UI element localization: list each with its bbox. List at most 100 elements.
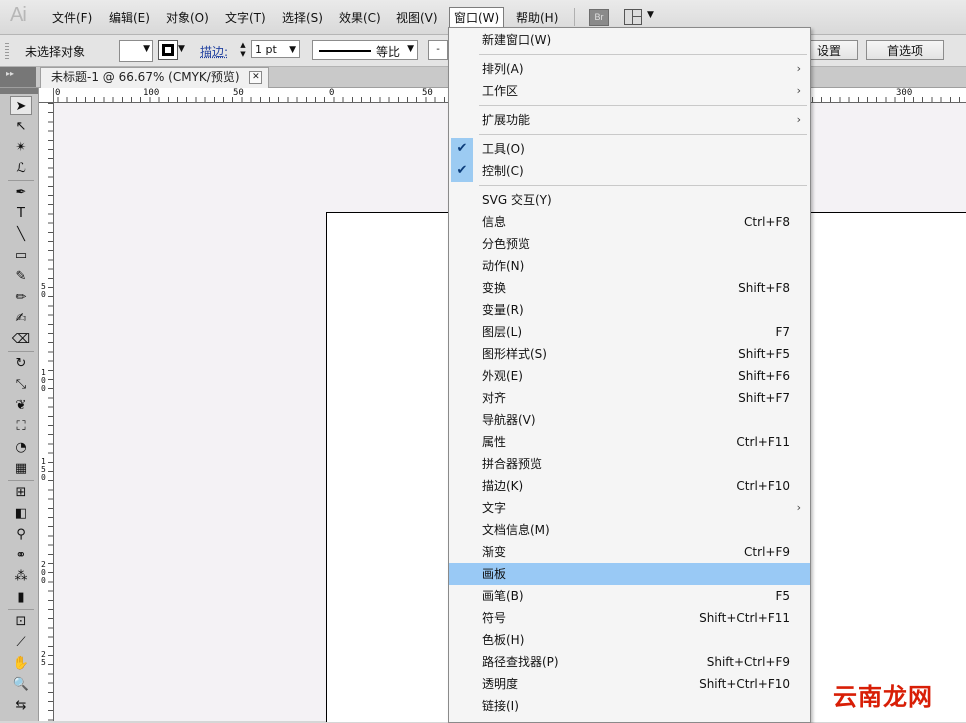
menu-4[interactable]: 文字(T) [223,9,268,27]
menu-item[interactable]: 色板(H) [449,629,810,651]
menu-item[interactable]: 文档信息(M) [449,519,810,541]
document-tab[interactable]: 未标题-1 @ 66.67% (CMYK/预览) ✕ [40,67,270,88]
bridge-button[interactable]: Br [589,9,609,26]
direct-selection-tool-icon[interactable]: ↖ [10,117,32,136]
stroke-weight-input[interactable]: 1 pt ▼ [251,40,300,58]
menu-item[interactable]: SVG 交互(Y) [449,189,810,211]
mesh-tool-icon[interactable]: ⊞ [10,483,32,502]
ruler-label: 1 5 0 [41,457,46,482]
menu-item[interactable]: 画板 [449,563,810,585]
menu-5[interactable]: 选择(S) [280,9,325,27]
menu-item[interactable]: ✔ 工具(O) [449,138,810,160]
gradient-tool-icon[interactable]: ◧ [10,504,32,523]
type-tool-icon[interactable]: T [10,204,32,223]
fill-stroke-swap-icon[interactable]: ⇆ [10,696,32,715]
menu-item[interactable]: 外观(E) Shift+F6 [449,365,810,387]
menu-item-shortcut: Ctrl+F8 [744,215,790,229]
menu-item[interactable]: 符号 Shift+Ctrl+F11 [449,607,810,629]
slice-tool-icon[interactable]: ⟋ [10,633,32,652]
eraser-tool-icon[interactable]: ⌫ [10,330,32,349]
menu-item[interactable]: 图层(L) F7 [449,321,810,343]
menu-item[interactable]: 信息 Ctrl+F8 [449,211,810,233]
vertical-ruler[interactable]: 5 0 1 0 0 1 5 0 2 0 0 2 5 [39,103,54,721]
magic-wand-tool-icon[interactable]: ✴ [10,138,32,157]
warp-tool-icon[interactable]: ❦ [10,396,32,415]
pencil-tool-icon[interactable]: ✏ [10,288,32,307]
column-graph-tool-icon[interactable]: ▮ [10,588,32,607]
menu-3[interactable]: 对象(O) [164,9,211,27]
panel-grip[interactable] [5,43,9,59]
submenu-arrow-icon: › [796,62,801,75]
menu-item-label: 描边(K) [482,479,524,493]
menu-item[interactable]: 导航器(V) [449,409,810,431]
chevron-down-icon[interactable]: ▼ [178,44,185,54]
blob-brush-tool-icon[interactable]: ✍ [10,309,32,328]
menu-item[interactable]: 路径查找器(P) Shift+Ctrl+F9 [449,651,810,673]
tools-separator [8,480,34,481]
tools-panel-header[interactable]: ▸▸ [0,67,36,87]
menu-7[interactable]: 视图(V) [394,9,440,27]
menu-item[interactable]: 描边(K) Ctrl+F10 [449,475,810,497]
menu-item-shortcut: Ctrl+F10 [736,479,790,493]
window-menu-dropdown: 新建窗口(W) 排列(A) › 工作区 › 扩展功能 › ✔ 工具(O) ✔ 控制(C) SVG 交互… [448,27,811,723]
menu-item-shortcut: Ctrl+F9 [744,545,790,559]
menu-item[interactable]: 属性 Ctrl+F11 [449,431,810,453]
menu-1[interactable]: 文件(F) [50,9,94,27]
menu-item[interactable]: 渐变 Ctrl+F9 [449,541,810,563]
menu-6[interactable]: 效果(C) [337,9,383,27]
free-transform-tool-icon[interactable]: ⛶ [10,417,32,436]
hand-tool-icon[interactable]: ✋ [10,654,32,673]
menu-item[interactable]: 工作区 › [449,80,810,102]
stroke-label[interactable]: 描边: [200,43,228,60]
perspective-grid-tool-icon[interactable]: ▦ [10,459,32,478]
pen-tool-icon[interactable]: ✒ [10,183,32,202]
menu-item[interactable]: 透明度 Shift+Ctrl+F10 [449,673,810,695]
stroke-weight-stepper[interactable]: ▲ ▼ [238,41,248,59]
menu-item[interactable]: 扩展功能 › [449,109,810,131]
selection-status: 未选择对象 [25,45,86,59]
menu-item[interactable]: 对齐 Shift+F7 [449,387,810,409]
menu-9[interactable]: 帮助(H) [514,9,560,27]
ruler-origin[interactable] [39,88,54,103]
tools-panel-grip[interactable] [0,88,38,94]
brush-definition-dropdown[interactable]: - [428,40,448,60]
menu-item[interactable]: 新建窗口(W) [449,29,810,51]
menu-item[interactable]: 图形样式(S) Shift+F5 [449,343,810,365]
paintbrush-tool-icon[interactable]: ✎ [10,267,32,286]
stroke-color-swatch[interactable] [158,40,178,60]
symbol-sprayer-tool-icon[interactable]: ⁂ [10,567,32,586]
menu-item[interactable]: 排列(A) › [449,58,810,80]
menu-item[interactable]: 变换 Shift+F8 [449,277,810,299]
rectangle-tool-icon[interactable]: ▭ [10,246,32,265]
scale-tool-icon[interactable]: ⤡ [10,375,32,394]
menu-item[interactable]: 文字 › [449,497,810,519]
ruler-label: 50 [422,88,433,98]
line-tool-icon[interactable]: ╲ [10,225,32,244]
menu-item[interactable]: 拼合器预览 [449,453,810,475]
menu-item[interactable]: 链接(I) [449,695,810,717]
fill-color-dropdown[interactable]: ▼ [119,40,153,62]
menu-8[interactable]: 窗口(W) [449,7,505,29]
arrange-documents-icon[interactable] [624,9,642,25]
variable-width-profile-dropdown[interactable]: 等比 ▼ [312,40,418,60]
artboard-tool-icon[interactable]: ⊡ [10,612,32,631]
selection-tool-icon[interactable]: ➤ [10,96,32,115]
chevron-down-icon[interactable]: ▼ [647,10,654,20]
menu-item[interactable]: 动作(N) [449,255,810,277]
menu-item[interactable]: 分色预览 [449,233,810,255]
lasso-tool-icon[interactable]: ℒ [10,159,32,178]
blend-tool-icon[interactable]: ⚭ [10,546,32,565]
shape-builder-tool-icon[interactable]: ◔ [10,438,32,457]
close-icon[interactable]: ✕ [249,71,263,84]
menu-item[interactable]: ✔ 控制(C) [449,160,810,182]
menu-item-shortcut: Shift+F8 [738,281,790,295]
collapse-icon[interactable]: ▸▸ [6,69,14,78]
menu-item[interactable]: 画笔(B) F5 [449,585,810,607]
menu-2[interactable]: 编辑(E) [107,9,152,27]
zoom-tool-icon[interactable]: 🔍 [10,675,32,694]
menu-item[interactable]: 变量(R) [449,299,810,321]
chevron-down-icon: ▼ [407,44,414,54]
rotate-tool-icon[interactable]: ↻ [10,354,32,373]
preferences-button[interactable]: 首选项 [866,40,944,60]
eyedropper-tool-icon[interactable]: ⚲ [10,525,32,544]
